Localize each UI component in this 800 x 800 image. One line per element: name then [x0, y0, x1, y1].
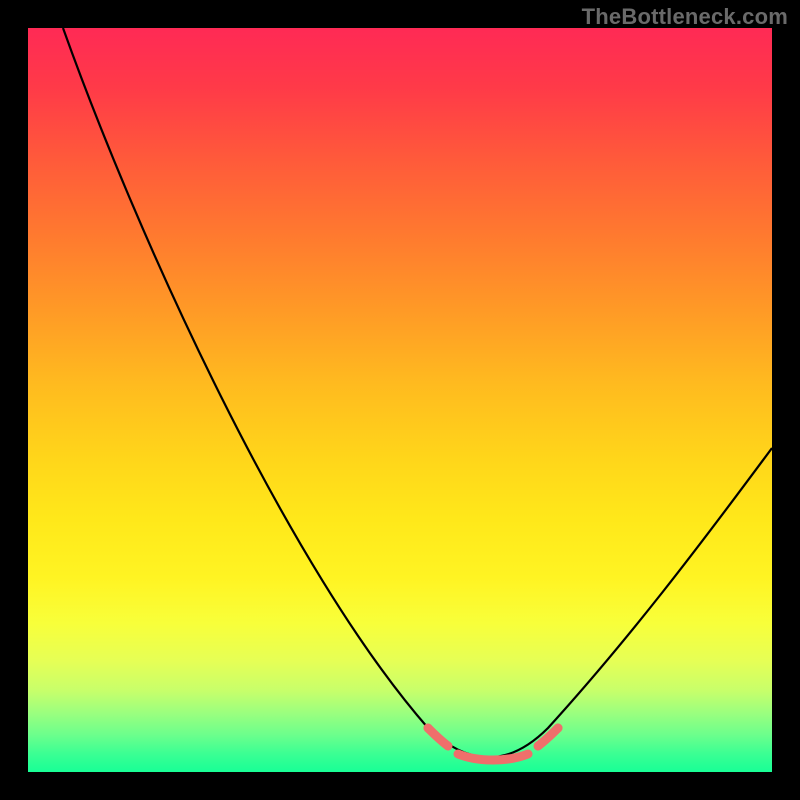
- optimal-flat-accent: [458, 754, 528, 760]
- watermark-text: TheBottleneck.com: [582, 4, 788, 30]
- chart-frame: TheBottleneck.com: [0, 0, 800, 800]
- accent-dot-left: [424, 724, 433, 733]
- plot-area: [28, 28, 772, 772]
- curve-path: [63, 28, 772, 757]
- accent-dot-right: [554, 724, 563, 733]
- bottleneck-curve: [28, 28, 772, 772]
